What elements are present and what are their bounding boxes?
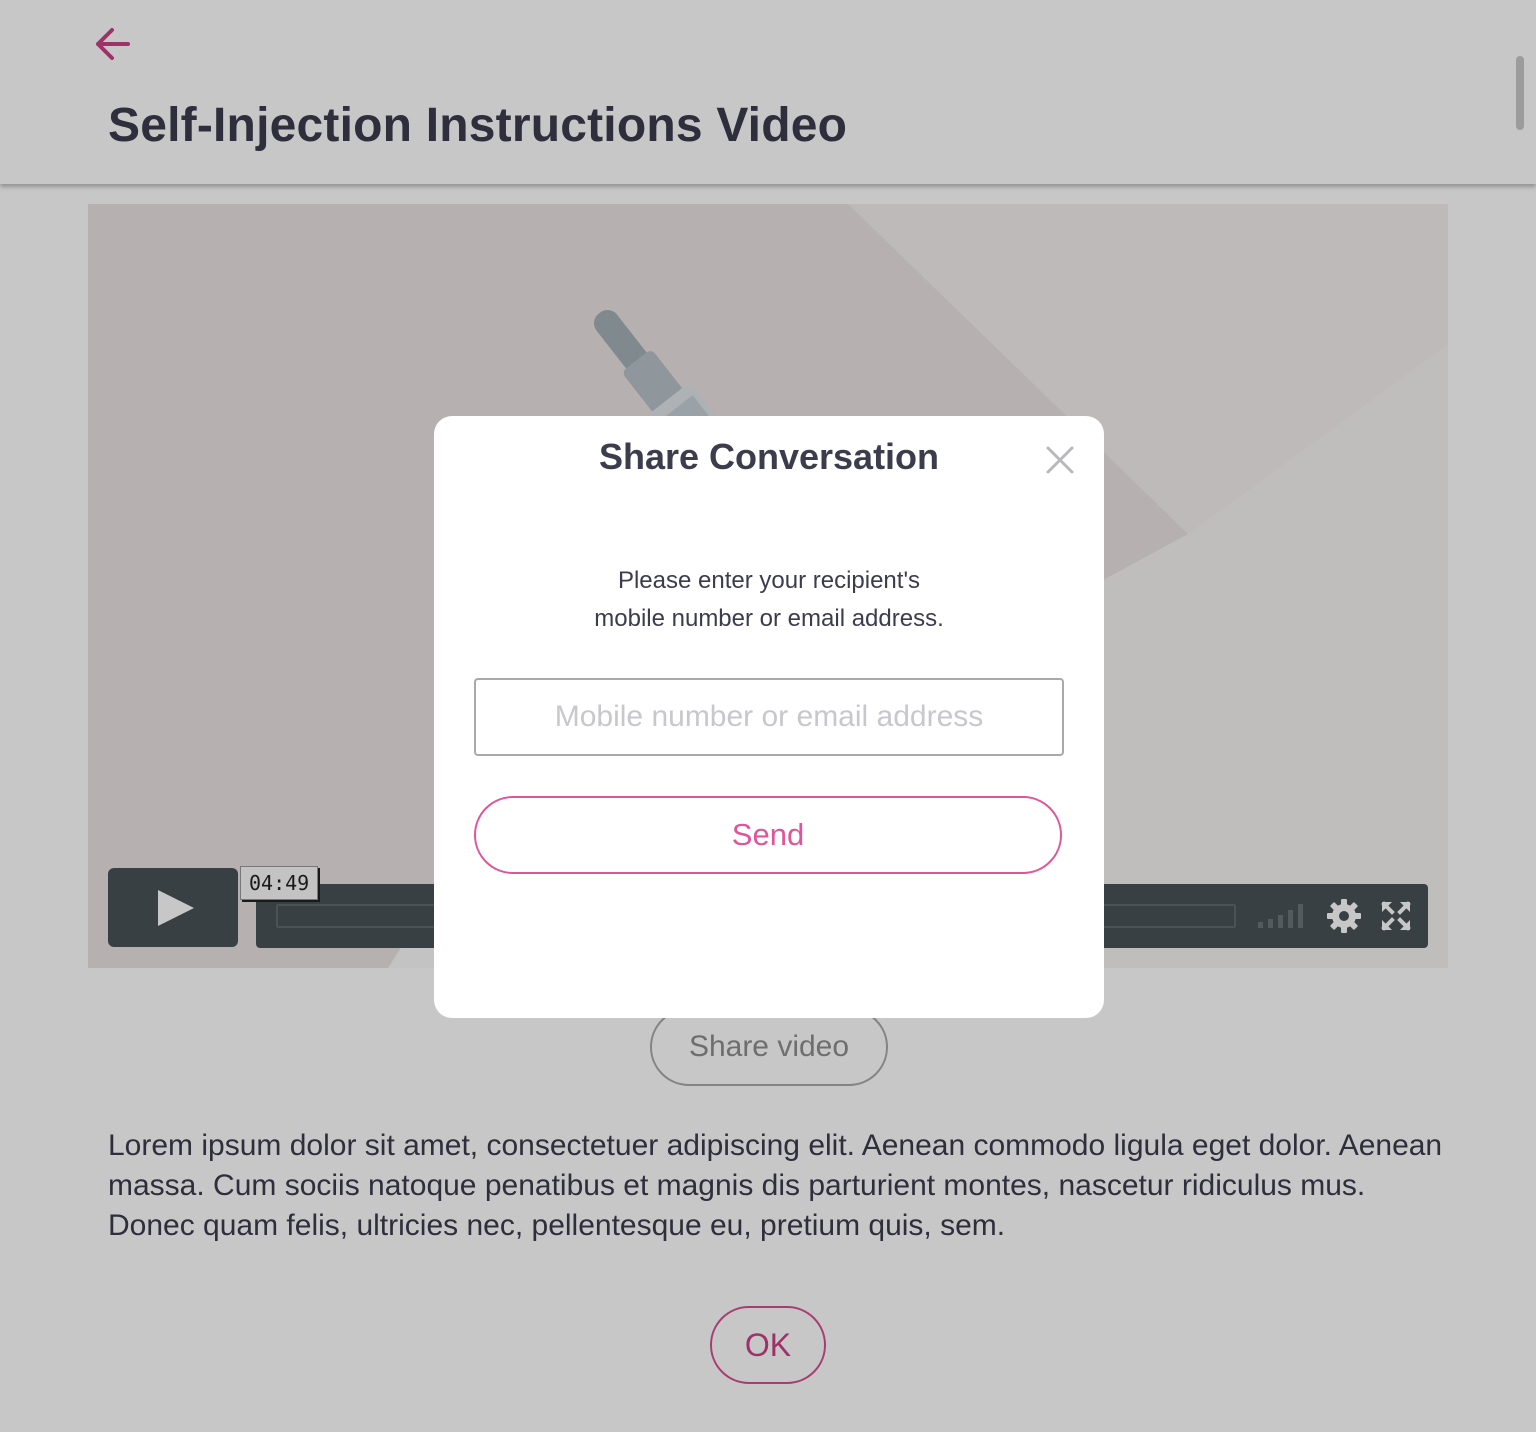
share-conversation-dialog: Share Conversation Please enter your rec… bbox=[434, 416, 1104, 1018]
instruction-line-1: Please enter your recipient's bbox=[617, 567, 921, 594]
send-button[interactable]: Send bbox=[474, 796, 1062, 874]
dialog-instruction: Please enter your recipient's mobile num… bbox=[434, 562, 1104, 638]
instruction-line-2: mobile number or email address. bbox=[594, 605, 944, 632]
dialog-title: Share Conversation bbox=[598, 436, 940, 477]
recipient-input[interactable] bbox=[474, 678, 1064, 756]
close-icon bbox=[1046, 446, 1074, 474]
close-button[interactable] bbox=[1040, 440, 1080, 480]
